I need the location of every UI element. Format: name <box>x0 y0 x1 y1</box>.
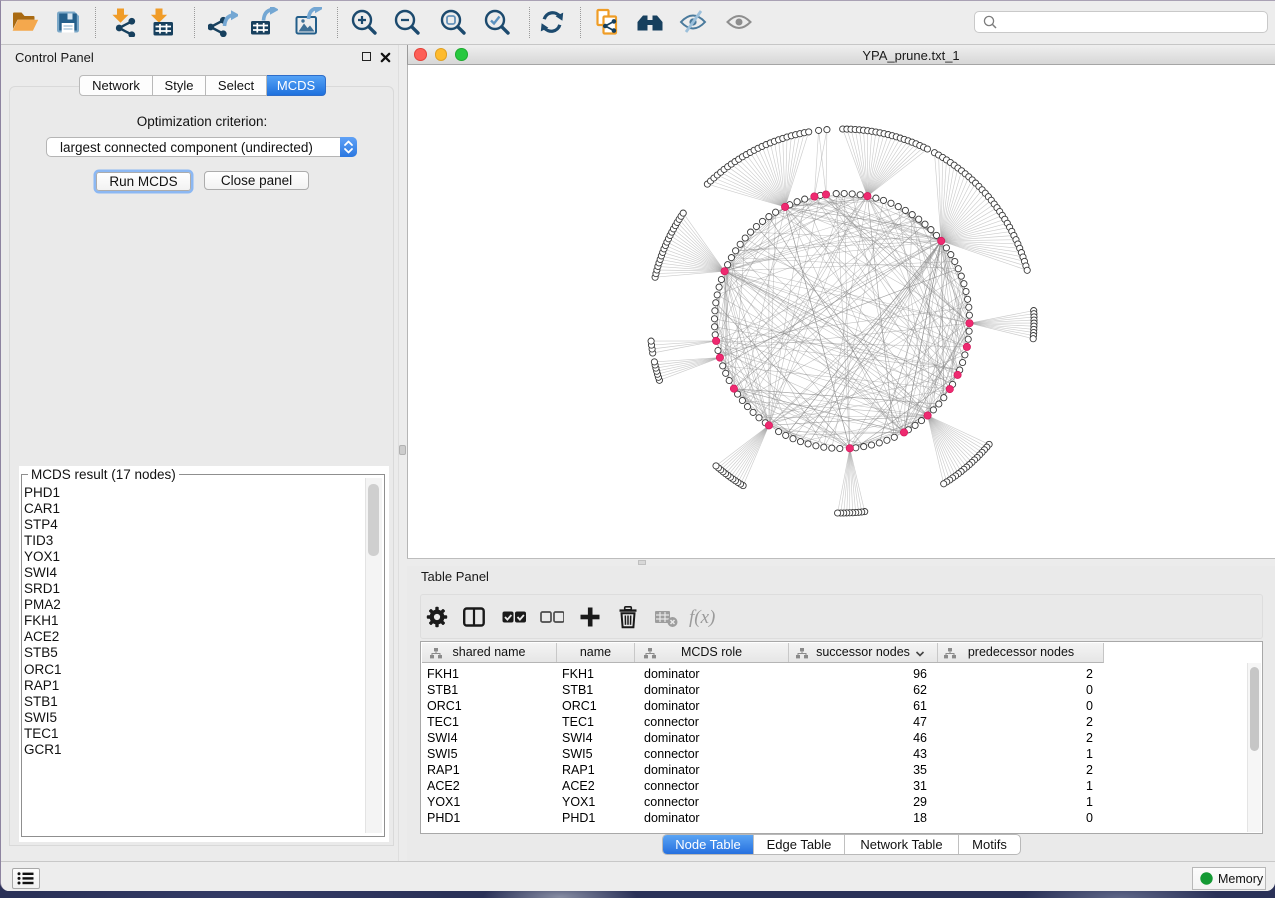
svg-text:f(x): f(x) <box>689 607 715 628</box>
